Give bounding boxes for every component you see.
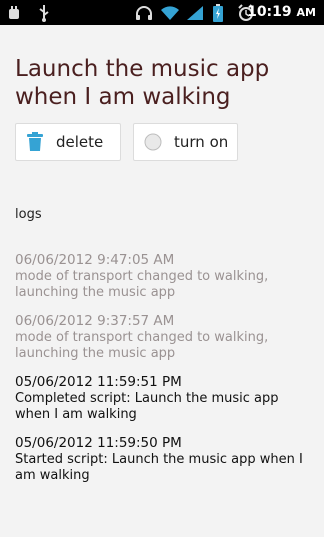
log-timestamp: 05/06/2012 11:59:50 PM: [15, 435, 182, 451]
signal-icon: [186, 0, 204, 25]
trash-icon: [24, 131, 46, 153]
usb-icon: [36, 0, 52, 25]
turn-on-label: turn on: [174, 133, 229, 151]
page-title: Launch the music app when I am walking: [15, 56, 270, 110]
log-timestamp: 05/06/2012 11:59:51 PM: [15, 374, 182, 390]
log-entry: 06/06/2012 9:37:57 AM mode of transport …: [15, 313, 315, 362]
delete-label: delete: [56, 133, 104, 151]
turn-on-button[interactable]: turn on: [133, 123, 238, 161]
usb-debug-icon: [6, 0, 22, 25]
log-timestamp: 06/06/2012 9:37:57 AM: [15, 313, 175, 329]
log-entry: 06/06/2012 9:47:05 AM mode of transport …: [15, 252, 315, 301]
wifi-icon: [160, 0, 180, 25]
log-timestamp: 06/06/2012 9:47:05 AM: [15, 252, 175, 268]
radio-off-icon: [142, 131, 164, 153]
log-message: Completed script: Launch the music app w…: [15, 391, 279, 422]
log-message: mode of transport changed to walking, la…: [15, 269, 269, 300]
log-message: mode of transport changed to walking, la…: [15, 330, 269, 361]
status-bar: 10:19 AM: [0, 0, 324, 25]
log-entry: 05/06/2012 11:59:51 PM Completed script:…: [15, 374, 315, 423]
logs-heading: logs: [15, 207, 42, 222]
log-message: Started script: Launch the music app whe…: [15, 452, 303, 483]
status-time: 10:19 AM: [247, 4, 316, 20]
battery-icon: [212, 0, 224, 25]
delete-button[interactable]: delete: [15, 123, 121, 161]
log-list: 06/06/2012 9:47:05 AM mode of transport …: [15, 252, 315, 496]
headphones-icon: [135, 0, 153, 25]
log-entry: 05/06/2012 11:59:50 PM Started script: L…: [15, 435, 315, 484]
